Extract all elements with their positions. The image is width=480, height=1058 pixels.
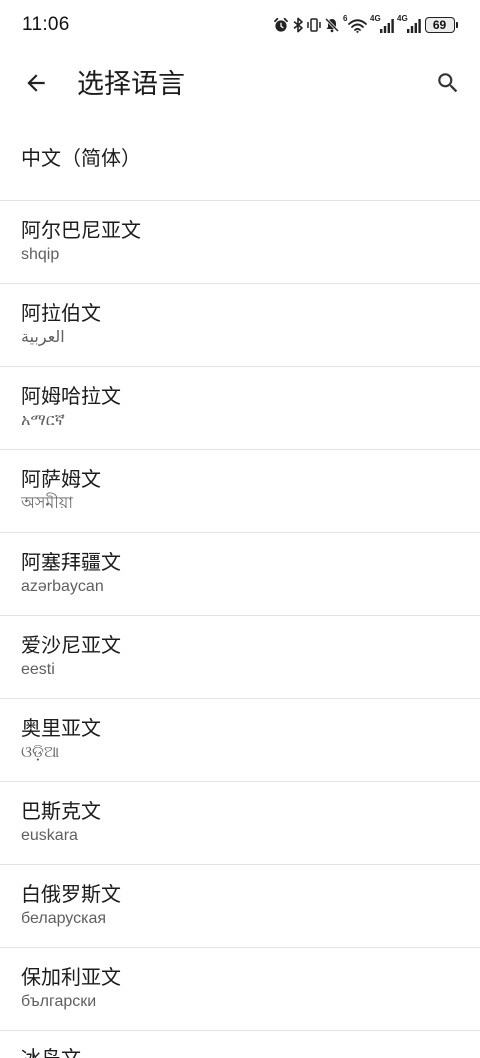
language-name: 阿萨姆文 [21, 469, 101, 491]
battery-nub [455, 22, 458, 28]
search-icon [435, 70, 461, 99]
language-name: 阿姆哈拉文 [21, 386, 121, 408]
language-item-bulgarian[interactable]: 保加利亚文 български [0, 948, 480, 1031]
battery-icon: 69 [424, 16, 458, 34]
language-item-icelandic[interactable]: 冰岛文 [0, 1031, 480, 1058]
language-native-name: አማርኛ [21, 412, 65, 429]
language-item-albanian[interactable]: 阿尔巴尼亚文 shqip [0, 201, 480, 284]
app-bar: 选择语言 [0, 50, 480, 118]
page-title: 选择语言 [77, 69, 185, 99]
language-native-name: български [21, 993, 97, 1010]
language-native-name: অসমীয়া [21, 495, 73, 512]
language-name: 阿拉伯文 [21, 303, 101, 325]
bluetooth-icon [292, 16, 304, 34]
vibrate-icon [307, 16, 321, 34]
language-name: 阿塞拜疆文 [21, 552, 121, 574]
language-native-name: беларуская [21, 910, 107, 927]
language-item-estonian[interactable]: 爱沙尼亚文 eesti [0, 616, 480, 699]
language-name: 白俄罗斯文 [21, 884, 121, 906]
back-button[interactable] [20, 68, 52, 100]
status-icons: 6 4G 4G 69 [273, 14, 458, 34]
signal-icon: 4G [397, 15, 421, 34]
language-name: 保加利亚文 [21, 967, 121, 989]
language-name: 爱沙尼亚文 [21, 635, 121, 657]
alarm-icon [273, 16, 289, 34]
signal-icon: 4G [370, 15, 394, 34]
language-item-chinese-simplified[interactable]: 中文（简体） [0, 118, 480, 201]
mute-icon [324, 16, 340, 34]
language-item-assamese[interactable]: 阿萨姆文 অসমীয়া [0, 450, 480, 533]
language-item-basque[interactable]: 巴斯克文 euskara [0, 782, 480, 865]
status-bar: 11:06 6 4G 4G 69 [0, 0, 480, 50]
language-item-arabic[interactable]: 阿拉伯文 العربية [0, 284, 480, 367]
status-time: 11:06 [22, 14, 70, 35]
language-list: 中文（简体） 阿尔巴尼亚文 shqip 阿拉伯文 العربية 阿姆哈拉文 አ… [0, 118, 480, 1058]
battery-level: 69 [424, 17, 455, 33]
wifi-standard-badge: 6 [343, 14, 348, 23]
language-name: 冰岛文 [21, 1046, 459, 1058]
search-button[interactable] [432, 68, 464, 100]
language-item-belarusian[interactable]: 白俄罗斯文 беларуская [0, 865, 480, 948]
language-name: 巴斯克文 [21, 801, 101, 823]
language-item-amharic[interactable]: 阿姆哈拉文 አማርኛ [0, 367, 480, 450]
language-native-name: shqip [21, 246, 60, 263]
arrow-back-icon [23, 70, 49, 99]
language-native-name: euskara [21, 827, 78, 844]
wifi-icon: 6 [343, 14, 367, 34]
language-name: 阿尔巴尼亚文 [21, 220, 141, 242]
language-name: 奥里亚文 [21, 718, 101, 740]
language-item-odia[interactable]: 奥里亚文 ଓଡ଼ିଆ [0, 699, 480, 782]
language-name: 中文（简体） [21, 148, 141, 170]
language-native-name: eesti [21, 661, 55, 678]
language-native-name: العربية [21, 329, 65, 346]
language-native-name: azərbaycan [21, 578, 104, 595]
language-native-name: ଓଡ଼ିଆ [21, 744, 60, 761]
language-item-azerbaijani[interactable]: 阿塞拜疆文 azərbaycan [0, 533, 480, 616]
